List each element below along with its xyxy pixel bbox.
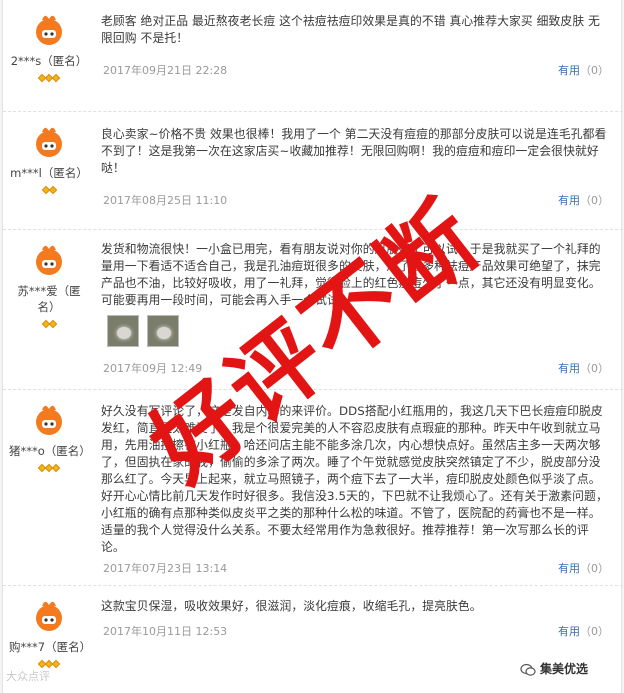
- review-date: 2017年09月 12:49: [103, 362, 203, 375]
- review-date: 2017年08月25日 11:10: [103, 194, 228, 207]
- review-photo[interactable]: [147, 315, 179, 347]
- reviewer-name: 苏***爱（匿名）: [17, 284, 81, 314]
- reviewer-level: [3, 461, 95, 473]
- avatar[interactable]: [29, 122, 69, 162]
- review-date: 2017年10月11日 12:53: [103, 625, 228, 638]
- review-text: 好久没有写评论了，这是发自内心的来评价。DDS搭配小红瓶用的，我这几天下巴长痘痘…: [101, 404, 608, 554]
- reviewer-name: 2***s（匿名）: [10, 54, 88, 68]
- review-item: 苏***爱（匿名） 发货和物流很快！一小盒已用完，看有朋友说对你的肌肤好了可以试…: [3, 230, 623, 390]
- diamond-icon: [51, 659, 61, 669]
- helpful-button[interactable]: 有用（0）: [558, 623, 609, 639]
- avatar[interactable]: [29, 400, 69, 440]
- helpful-count: （0）: [580, 362, 609, 375]
- reviewer-info: 猪***o（匿名）: [3, 390, 95, 473]
- diamond-icon: [51, 463, 61, 473]
- review-photos: [107, 315, 187, 351]
- helpful-label: 有用: [558, 362, 580, 375]
- helpful-label: 有用: [558, 64, 580, 77]
- avatar[interactable]: [29, 596, 69, 636]
- helpful-button[interactable]: 有用（0）: [558, 360, 609, 376]
- review-photo[interactable]: [107, 315, 139, 347]
- reviewer-info: 苏***爱（匿名）: [3, 230, 95, 329]
- reviewer-level: [3, 71, 95, 83]
- review-date: 2017年07月23日 13:14: [103, 562, 228, 575]
- helpful-count: （0）: [580, 64, 609, 77]
- helpful-count: （0）: [580, 194, 609, 207]
- helpful-count: （0）: [580, 625, 609, 638]
- reviewer-level: [3, 183, 95, 195]
- helpful-label: 有用: [558, 562, 580, 575]
- review-item: 2***s（匿名） 老顾客 绝对正品 最近熬夜老长痘 这个祛痘祛痘印效果是真的不…: [3, 0, 623, 112]
- avatar[interactable]: [29, 10, 69, 50]
- diamond-icon: [48, 185, 57, 195]
- avatar-icon: [29, 122, 69, 162]
- review-list: 2***s（匿名） 老顾客 绝对正品 最近熬夜老长痘 这个祛痘祛痘印效果是真的不…: [2, 0, 623, 693]
- review-text: 这款宝贝保湿，吸收效果好，很滋润，淡化痘痕，收缩毛孔，提亮肤色。: [101, 599, 482, 613]
- avatar-icon: [29, 400, 69, 440]
- wechat-icon: [520, 662, 536, 678]
- review-text: 老顾客 绝对正品 最近熬夜老长痘 这个祛痘祛痘印效果是真的不错 真心推荐大家买 …: [101, 14, 600, 45]
- watermark-right-text: 集美优选: [540, 662, 589, 676]
- review-item: m***l（匿名） 良心卖家~价格不贵 效果也很棒！我用了一个 第二天没有痘痘的…: [3, 112, 623, 230]
- reviewer-level: [3, 657, 95, 669]
- review-date: 2017年09月21日 22:28: [103, 64, 228, 77]
- diamond-icon: [51, 73, 61, 83]
- reviewer-level: [3, 317, 95, 329]
- review-text: 发货和物流很快！一小盒已用完，看有朋友说对你的肌肤好了可以试，于是我就买了一个礼…: [101, 242, 601, 307]
- review-item: 猪***o（匿名） 好久没有写评论了，这是发自内心的来评价。DDS搭配小红瓶用的…: [3, 390, 623, 586]
- reviewer-name: 购***7（匿名）: [9, 640, 92, 654]
- helpful-button[interactable]: 有用（0）: [558, 62, 609, 78]
- reviewer-name: 猪***o（匿名）: [9, 444, 91, 458]
- reviewer-name: m***l（匿名）: [10, 166, 88, 180]
- avatar-icon: [29, 596, 69, 636]
- helpful-label: 有用: [558, 625, 580, 638]
- helpful-button[interactable]: 有用（0）: [558, 192, 609, 208]
- watermark-right: 集美优选: [520, 660, 588, 678]
- watermark-left: 大众点评: [6, 670, 50, 683]
- helpful-label: 有用: [558, 194, 580, 207]
- reviewer-info: 2***s（匿名）: [3, 0, 95, 83]
- avatar-icon: [29, 10, 69, 50]
- avatar-icon: [29, 240, 69, 280]
- helpful-button[interactable]: 有用（0）: [558, 560, 609, 576]
- reviewer-info: 购***7（匿名）: [3, 586, 95, 669]
- helpful-count: （0）: [580, 562, 609, 575]
- review-text: 良心卖家~价格不贵 效果也很棒！我用了一个 第二天没有痘痘的那部分皮肤可以说是连…: [101, 127, 607, 175]
- diamond-icon: [48, 319, 57, 329]
- reviewer-info: m***l（匿名）: [3, 112, 95, 195]
- avatar[interactable]: [29, 240, 69, 280]
